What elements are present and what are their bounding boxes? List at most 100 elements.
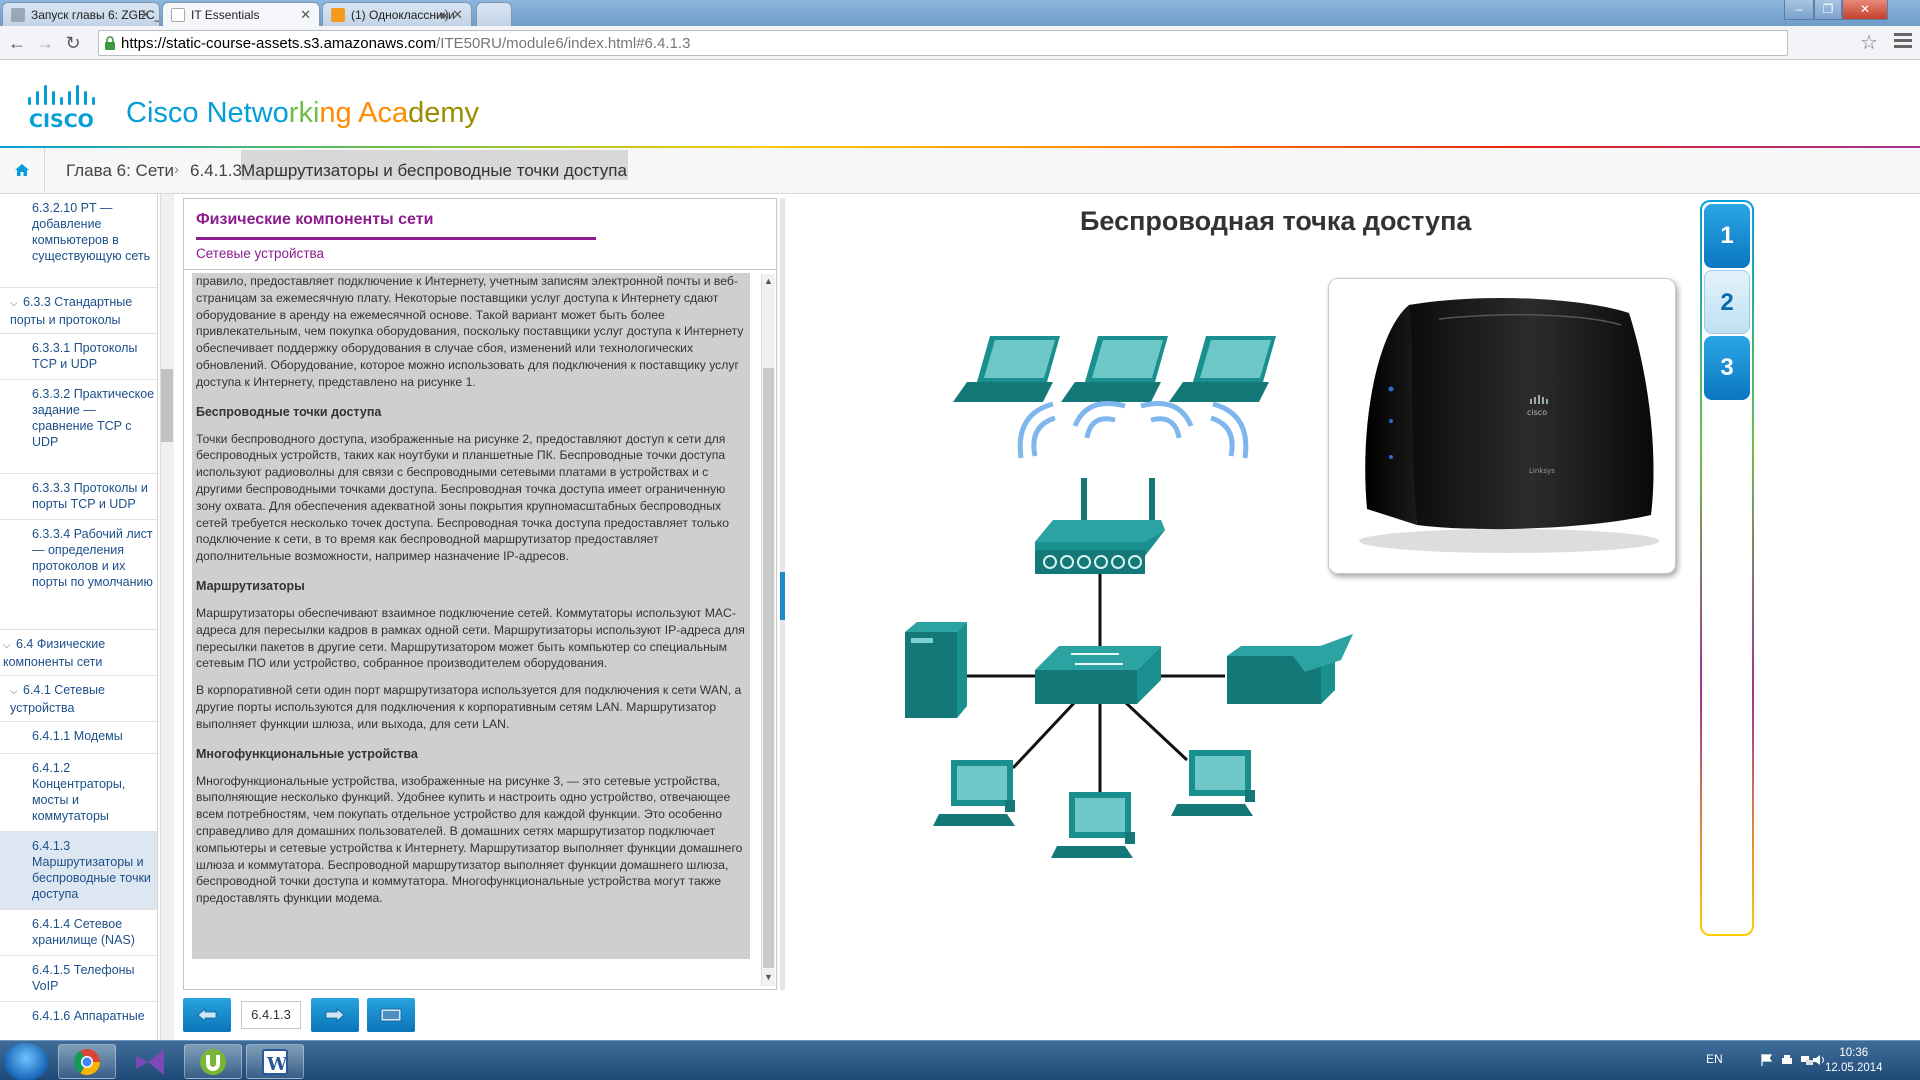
tab-label: IT Essentials bbox=[191, 8, 260, 22]
panel-collapse-handle[interactable] bbox=[780, 572, 785, 620]
printer-icon bbox=[1227, 634, 1353, 704]
toc-item[interactable]: 6.3.3.4 Рабочий лист — определения прото… bbox=[0, 520, 157, 630]
forward-button[interactable]: → bbox=[34, 32, 56, 54]
breadcrumb-chapter[interactable]: Глава 6: Сети bbox=[66, 161, 174, 181]
previous-button[interactable] bbox=[183, 998, 231, 1032]
toc-item[interactable]: ⌵ 6.4 Физические компоненты сети bbox=[0, 630, 157, 676]
printer-tray-icon[interactable] bbox=[1780, 1053, 1794, 1067]
new-tab-button[interactable] bbox=[476, 2, 512, 26]
academy-title: Cisco Networking Academy bbox=[126, 97, 479, 130]
toc-label: 6.3.3.1 Протоколы TCP и UDP bbox=[32, 341, 138, 371]
cisco-header: CISCO Cisco Networking Academy bbox=[0, 61, 1920, 147]
title-part: ng Aca bbox=[319, 97, 409, 129]
breadcrumb-arrow: › bbox=[174, 161, 179, 178]
url-path: /ITE50RU/module6/index.html#6.4.1.3 bbox=[436, 35, 691, 52]
cisco-logo: CISCO bbox=[28, 85, 95, 131]
toc-label: 6.4.1 Сетевые устройства bbox=[10, 683, 105, 715]
toc-label: 6.4.1.5 Телефоны VoIP bbox=[32, 963, 135, 993]
body-heading: Беспроводные точки доступа bbox=[196, 404, 382, 419]
chrome-taskbar-icon[interactable] bbox=[58, 1044, 116, 1079]
text-scrollbar[interactable]: ▲ ▼ bbox=[761, 274, 775, 986]
figure-button-2[interactable]: 2 bbox=[1704, 270, 1750, 334]
arrow-left-icon bbox=[197, 1008, 217, 1022]
toc-label: 6.3.2.10 PT — добавление компьютеров в с… bbox=[32, 201, 151, 263]
toc-item[interactable]: 6.4.1.6 Аппаратные bbox=[0, 1002, 157, 1040]
close-window-button[interactable]: ✕ bbox=[1842, 0, 1888, 20]
home-icon[interactable] bbox=[14, 162, 30, 178]
close-icon[interactable]: ✕ bbox=[140, 7, 151, 23]
url-field[interactable]: https://static-course-assets.s3.amazonaw… bbox=[98, 30, 1788, 56]
scroll-up-icon[interactable]: ▲ bbox=[764, 276, 773, 286]
browser-menu-icon[interactable] bbox=[1894, 33, 1912, 51]
figure-button-3[interactable]: 3 bbox=[1704, 336, 1750, 400]
windows-taskbar: W EN 10:36 12.05.2014 bbox=[0, 1040, 1920, 1080]
toc-label: 6.4.1.1 Модемы bbox=[32, 729, 123, 743]
close-icon[interactable]: ✕ bbox=[300, 7, 311, 23]
clock-time: 10:36 bbox=[1839, 1047, 1869, 1059]
breadcrumb-current: Маршрутизаторы и беспроводные точки дост… bbox=[241, 150, 628, 180]
visual-studio-taskbar-icon[interactable] bbox=[122, 1044, 180, 1079]
clock-date: 12.05.2014 bbox=[1825, 1062, 1883, 1074]
audio-icon[interactable]: ◂) bbox=[438, 7, 449, 23]
bookmark-star-icon[interactable]: ☆ bbox=[1860, 30, 1878, 55]
panel-title-underline bbox=[196, 237, 596, 240]
tab-zgec[interactable]: Запуск главы 6: ZGEC_GR ✕ bbox=[2, 2, 160, 26]
flag-icon[interactable] bbox=[1760, 1053, 1774, 1067]
scroll-down-icon[interactable]: ▼ bbox=[764, 972, 773, 982]
start-button[interactable] bbox=[4, 1043, 48, 1080]
text-body: правило, предоставляет подключение к Инт… bbox=[192, 273, 750, 959]
figure-selector: 1 2 3 bbox=[1700, 200, 1754, 936]
volume-icon[interactable] bbox=[1812, 1053, 1826, 1067]
toc-item[interactable]: 6.3.2.10 PT — добавление компьютеров в с… bbox=[0, 194, 157, 288]
next-button[interactable] bbox=[311, 998, 359, 1032]
toc-item[interactable]: 6.3.3.2 Практическое задание — сравнение… bbox=[0, 380, 157, 474]
toc-scrollbar-thumb[interactable] bbox=[161, 369, 173, 442]
svg-text:CISCO: CISCO bbox=[29, 110, 94, 131]
back-button[interactable]: ← bbox=[6, 32, 28, 54]
chevron-down-icon: ⌵ bbox=[10, 686, 18, 697]
chrome-icon bbox=[73, 1049, 101, 1076]
laptop-icon bbox=[953, 336, 1060, 402]
toc-item[interactable]: 6.3.3.3 Протоколы и порты TCP и UDP bbox=[0, 474, 157, 520]
cisco-favicon bbox=[11, 8, 25, 22]
access-point-image: cisco Linksys bbox=[1329, 279, 1675, 573]
access-point-icon bbox=[1035, 478, 1165, 574]
maximize-button[interactable]: ❐ bbox=[1814, 0, 1842, 20]
chevron-down-icon: ⌵ bbox=[3, 640, 11, 651]
tab-odnoklassniki[interactable]: (1) Одноклассники ◂) ✕ bbox=[322, 2, 472, 26]
toc-label: 6.4.1.6 Аппаратные bbox=[32, 1009, 145, 1023]
body-paragraph: Маршрутизаторы обеспечивают взаимное под… bbox=[196, 605, 745, 671]
svg-text:W: W bbox=[266, 1054, 288, 1075]
browser-tab-bar: Запуск главы 6: ZGEC_GR ✕ IT Essentials … bbox=[0, 0, 1920, 27]
toc-item[interactable]: ⌵ 6.3.3 Стандартные порты и протоколы bbox=[0, 288, 157, 334]
toc-item[interactable]: ⌵ 6.4.1 Сетевые устройства bbox=[0, 676, 157, 722]
reload-button[interactable]: ↻ bbox=[62, 32, 84, 54]
toc-item[interactable]: 6.3.3.1 Протоколы TCP и UDP bbox=[0, 334, 157, 380]
toc-scrollbar[interactable] bbox=[160, 194, 174, 1040]
body-paragraph: Многофункциональные устройства, изображе… bbox=[196, 773, 743, 906]
toc-item[interactable]: 6.4.1.5 Телефоны VoIP bbox=[0, 956, 157, 1002]
word-taskbar-icon[interactable]: W bbox=[246, 1044, 304, 1079]
figure-button-1[interactable]: 1 bbox=[1704, 204, 1750, 268]
language-indicator[interactable]: EN bbox=[1706, 1052, 1723, 1066]
laptop-icon bbox=[1169, 336, 1276, 402]
text-scrollbar-thumb[interactable] bbox=[763, 368, 774, 968]
title-part: rki bbox=[288, 97, 320, 129]
panel-divider bbox=[184, 269, 776, 270]
toc-label: 6.3.3 Стандартные порты и протоколы bbox=[10, 295, 133, 327]
chevron-down-icon: ⌵ bbox=[10, 298, 18, 309]
body-heading: Маршрутизаторы bbox=[196, 578, 305, 593]
toc-item[interactable]: 6.4.1.1 Модемы bbox=[0, 722, 157, 754]
tab-it-essentials[interactable]: IT Essentials ✕ bbox=[162, 2, 320, 27]
fullscreen-button[interactable] bbox=[367, 998, 415, 1032]
minimize-button[interactable]: – bbox=[1784, 0, 1814, 20]
clock[interactable]: 10:36 12.05.2014 bbox=[1825, 1046, 1883, 1076]
close-icon[interactable]: ✕ bbox=[452, 7, 463, 23]
toc-label: 6.4.1.4 Сетевое хранилище (NAS) bbox=[32, 917, 135, 947]
toc-item[interactable]: 6.4.1.2 Концентраторы, мосты и коммутато… bbox=[0, 754, 157, 832]
title-part: Cisco Netwo bbox=[126, 97, 289, 129]
desktop-computer-icon bbox=[1051, 792, 1135, 858]
utorrent-taskbar-icon[interactable] bbox=[184, 1044, 242, 1079]
toc-item-active[interactable]: 6.4.1.3 Маршрутизаторы и беспроводные то… bbox=[0, 832, 157, 910]
toc-item[interactable]: 6.4.1.4 Сетевое хранилище (NAS) bbox=[0, 910, 157, 956]
